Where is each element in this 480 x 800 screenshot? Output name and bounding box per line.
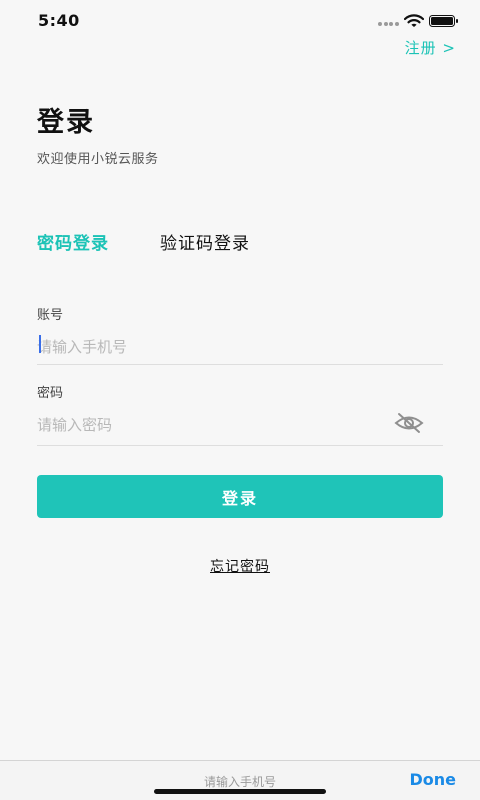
wifi-icon <box>404 14 424 27</box>
login-button[interactable]: 登录 <box>37 475 443 518</box>
keyboard-toolbar: 请输入手机号 Done <box>0 760 480 800</box>
cellular-signal-icon <box>378 22 400 26</box>
page-subtitle: 欢迎使用小锐云服务 <box>37 152 159 167</box>
text-cursor <box>39 335 41 353</box>
toolbar-hint: 请输入手机号 <box>203 775 276 789</box>
forgot-password-link[interactable]: 忘记密码 <box>0 556 480 576</box>
tab-code-login[interactable]: 验证码登录 <box>160 229 250 254</box>
password-label: 密码 <box>37 386 64 401</box>
eye-off-icon[interactable] <box>393 411 425 435</box>
page-title: 登录 <box>37 107 95 138</box>
password-input[interactable] <box>37 404 443 446</box>
status-bar: 5:40 <box>0 0 480 40</box>
tab-password-login[interactable]: 密码登录 <box>37 229 109 254</box>
register-link[interactable]: 注册 > <box>405 37 456 58</box>
home-indicator <box>154 789 326 794</box>
phone-input[interactable] <box>37 329 443 365</box>
status-time: 5:40 <box>38 11 80 30</box>
battery-icon <box>429 15 458 27</box>
done-button[interactable]: Done <box>409 770 456 789</box>
account-label: 账号 <box>37 308 64 323</box>
